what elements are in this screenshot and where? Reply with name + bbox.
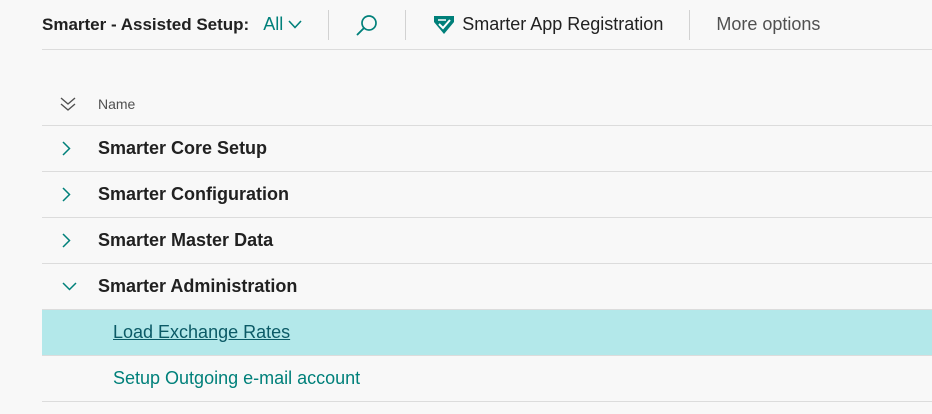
chevron-right-icon	[62, 187, 71, 202]
view-filter-dropdown[interactable]: All	[263, 14, 302, 35]
expand-toggle[interactable]	[42, 233, 98, 248]
search-icon	[356, 14, 378, 35]
group-row-configuration[interactable]: Smarter Configuration	[42, 172, 932, 218]
grid-header: Name	[42, 82, 932, 126]
toolbar-divider	[405, 9, 407, 40]
toolbar-divider	[689, 9, 691, 40]
group-label: Smarter Configuration	[98, 184, 290, 204]
more-options-button[interactable]: More options	[716, 14, 820, 35]
column-header-name[interactable]: Name	[98, 96, 135, 112]
expand-toggle[interactable]	[42, 187, 98, 202]
assisted-setup-grid: Name Smarter Core Setup Smarter Configur…	[42, 82, 932, 402]
search-button[interactable]	[329, 14, 405, 36]
setup-link[interactable]: Setup Outgoing e-mail account	[113, 368, 360, 389]
group-row-master-data[interactable]: Smarter Master Data	[42, 218, 932, 264]
registration-shield-check-icon	[434, 15, 455, 34]
setup-row-outgoing-email[interactable]: Setup Outgoing e-mail account	[42, 356, 932, 402]
chevron-right-icon	[62, 233, 71, 248]
collapse-toggle[interactable]	[42, 282, 98, 291]
collapse-all-button[interactable]	[42, 96, 98, 112]
group-row-administration[interactable]: Smarter Administration	[42, 264, 932, 310]
chevron-down-icon	[288, 20, 302, 29]
smarter-app-registration-button[interactable]: Smarter App Registration	[432, 14, 663, 36]
chevron-right-icon	[62, 141, 71, 156]
setup-row-load-exchange-rates[interactable]: Load Exchange Rates	[42, 310, 932, 356]
setup-link[interactable]: Load Exchange Rates	[113, 322, 290, 343]
group-row-core-setup[interactable]: Smarter Core Setup	[42, 126, 932, 172]
view-filter-label: All	[263, 14, 284, 34]
smarter-app-registration-label: Smarter App Registration	[462, 14, 664, 34]
chevron-down-icon	[62, 282, 77, 291]
page-caption: Smarter - Assisted Setup:	[42, 14, 250, 34]
expand-toggle[interactable]	[42, 141, 98, 156]
group-label: Smarter Administration	[98, 276, 298, 296]
double-chevron-down-icon	[60, 96, 76, 111]
group-label: Smarter Core Setup	[98, 138, 268, 158]
group-label: Smarter Master Data	[98, 230, 274, 250]
action-bar: Smarter - Assisted Setup: All Smarter Ap…	[42, 0, 932, 50]
